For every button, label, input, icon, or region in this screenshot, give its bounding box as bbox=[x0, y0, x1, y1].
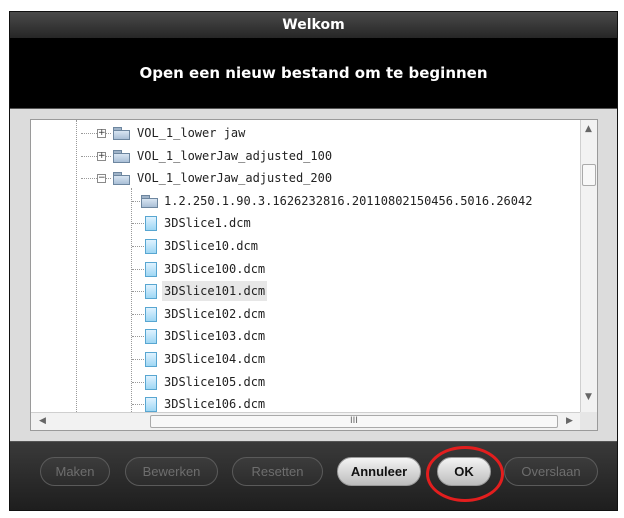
dialog-title: Welkom bbox=[10, 12, 617, 38]
button-bar: Maken Bewerken Resetten Annuleer OK Over… bbox=[10, 442, 617, 510]
tree-file-item[interactable]: 3DSlice104.dcm bbox=[31, 349, 582, 369]
file-icon bbox=[145, 374, 157, 390]
folder-icon bbox=[113, 149, 130, 163]
expand-icon[interactable]: + bbox=[97, 129, 106, 138]
tree-item-label: 3DSlice102.dcm bbox=[164, 306, 266, 321]
grip-icon: III bbox=[350, 416, 358, 426]
file-icon bbox=[145, 352, 157, 367]
file-icon bbox=[145, 397, 157, 412]
tree-folder-item[interactable]: − VOL_1_lowerJaw_adjusted_200 bbox=[31, 168, 582, 188]
bewerken-button[interactable]: Bewerken bbox=[125, 457, 218, 486]
file-icon bbox=[145, 284, 157, 300]
expand-icon[interactable]: + bbox=[97, 151, 106, 161]
scroll-left-icon[interactable]: ◀ bbox=[39, 416, 46, 426]
tree-item-label: 1.2.250.1.90.3.1626232816.20110802150456… bbox=[164, 193, 533, 208]
file-icon bbox=[145, 306, 157, 322]
scroll-right-icon[interactable]: ▶ bbox=[566, 416, 573, 426]
tree-item-label: VOL_1_lowerJaw_adjusted_200 bbox=[137, 171, 333, 186]
tree-file-item[interactable]: 3DSlice106.dcm bbox=[31, 394, 582, 412]
tree-file-item[interactable]: 3DSlice101.dcm bbox=[31, 281, 582, 302]
overslaan-button[interactable]: Overslaan bbox=[504, 457, 598, 486]
ok-highlight-circle bbox=[426, 446, 504, 502]
scrollbar-corner bbox=[580, 412, 597, 430]
maken-button[interactable]: Maken bbox=[40, 457, 110, 486]
file-tree[interactable]: + VOL_1_lower jaw + VOL_1_lowerJaw_adjusted… bbox=[30, 119, 598, 431]
resetten-button[interactable]: Resetten bbox=[232, 457, 323, 486]
tree-item-label: 3DSlice10.dcm bbox=[164, 239, 258, 253]
folder-icon bbox=[113, 127, 130, 140]
tree-item-label: 3DSlice1.dcm bbox=[164, 216, 251, 231]
horizontal-scroll-thumb[interactable]: III bbox=[150, 415, 558, 428]
tree-folder-item[interactable]: + VOL_1_lowerJaw_adjusted_100 bbox=[31, 146, 582, 166]
tree-file-item[interactable]: 3DSlice103.dcm bbox=[31, 326, 582, 346]
welcome-dialog: Welkom Open een nieuw bestand om te begi… bbox=[9, 11, 618, 511]
tree-item-label: VOL_1_lowerJaw_adjusted_100 bbox=[137, 148, 333, 163]
tree-item-label: VOL_1_lower jaw bbox=[137, 126, 246, 140]
tree-item-label: 3DSlice105.dcm bbox=[164, 374, 266, 389]
vertical-scrollbar[interactable]: ▲ ▼ bbox=[580, 120, 597, 412]
file-icon bbox=[145, 239, 157, 254]
file-icon bbox=[145, 329, 157, 345]
tree-guide-line bbox=[81, 155, 111, 157]
file-icon bbox=[145, 261, 157, 277]
folder-icon bbox=[113, 172, 130, 186]
tree-file-item[interactable]: 3DSlice102.dcm bbox=[31, 304, 582, 324]
tree-file-item[interactable]: 3DSlice1.dcm bbox=[31, 213, 582, 233]
tree-guide-line bbox=[81, 133, 111, 134]
scroll-up-icon[interactable]: ▲ bbox=[585, 124, 592, 134]
tree-guide-line bbox=[81, 178, 111, 180]
tree-item-label: 3DSlice103.dcm bbox=[164, 329, 266, 344]
tree-file-item[interactable]: 3DSlice105.dcm bbox=[31, 372, 582, 392]
horizontal-scrollbar[interactable]: ◀ III ▶ bbox=[31, 412, 582, 430]
tree-file-item[interactable]: 3DSlice100.dcm bbox=[31, 259, 582, 279]
tree-item-label: 3DSlice100.dcm bbox=[164, 261, 266, 276]
tree-item-label: 3DSlice101.dcm bbox=[162, 281, 268, 302]
tree-rows: + VOL_1_lower jaw + VOL_1_lowerJaw_adjusted… bbox=[31, 120, 582, 412]
tree-item-label: 3DSlice104.dcm bbox=[164, 352, 266, 366]
file-browser-panel: + VOL_1_lower jaw + VOL_1_lowerJaw_adjusted… bbox=[10, 108, 617, 442]
tree-folder-item[interactable]: + VOL_1_lower jaw bbox=[31, 123, 582, 143]
vertical-scroll-thumb[interactable] bbox=[582, 164, 596, 186]
scroll-down-icon[interactable]: ▼ bbox=[585, 392, 592, 402]
annuleer-button[interactable]: Annuleer bbox=[337, 457, 421, 486]
tree-file-item[interactable]: 3DSlice10.dcm bbox=[31, 236, 582, 256]
dialog-header-text: Open een nieuw bestand om te beginnen bbox=[10, 38, 617, 108]
collapse-icon[interactable]: − bbox=[97, 174, 106, 184]
folder-icon bbox=[141, 194, 158, 208]
tree-item-label: 3DSlice106.dcm bbox=[164, 397, 266, 412]
file-icon bbox=[145, 216, 157, 232]
tree-folder-item[interactable]: 1.2.250.1.90.3.1626232816.20110802150456… bbox=[31, 191, 582, 211]
